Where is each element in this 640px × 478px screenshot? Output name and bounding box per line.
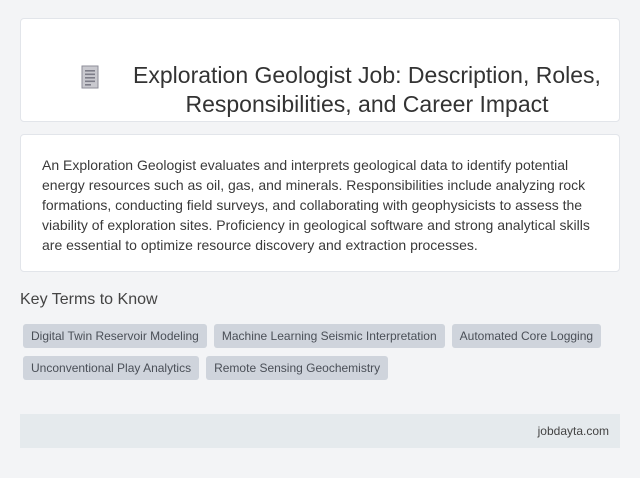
page-title: Exploration Geologist Job: Description, …	[133, 62, 601, 117]
description-card: An Exploration Geologist evaluates and i…	[20, 134, 620, 272]
tag-automated-core-logging[interactable]: Automated Core Logging	[451, 324, 602, 348]
key-terms-tags: Digital Twin Reservoir Modeling Machine …	[23, 324, 617, 380]
key-terms-heading: Key Terms to Know	[20, 291, 158, 308]
tag-digital-twin-reservoir-modeling[interactable]: Digital Twin Reservoir Modeling	[23, 324, 207, 348]
tag-unconventional-play-analytics[interactable]: Unconventional Play Analytics	[23, 356, 200, 380]
footer: jobdayta.com	[20, 414, 620, 448]
tag-machine-learning-seismic-interpretation[interactable]: Machine Learning Seismic Interpretation	[213, 324, 445, 348]
document-icon	[81, 65, 99, 89]
title-card: Exploration Geologist Job: Description, …	[20, 18, 620, 122]
description-text: An Exploration Geologist evaluates and i…	[42, 157, 590, 253]
tag-remote-sensing-geochemistry[interactable]: Remote Sensing Geochemistry	[206, 356, 389, 380]
footer-site-link[interactable]: jobdayta.com	[538, 424, 609, 438]
